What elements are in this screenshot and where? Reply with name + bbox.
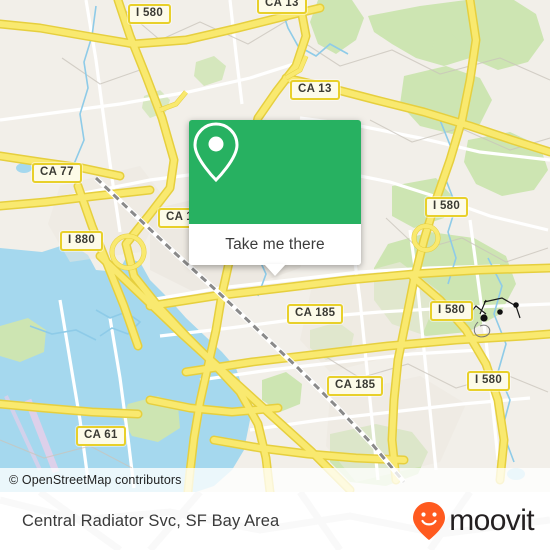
highway-shield[interactable]: CA 185 xyxy=(287,304,344,324)
moovit-smiley-pin-icon xyxy=(413,502,446,540)
map-screen: I 580 CA 13 CA 13 CA 77 CA 1 I 880 I 580… xyxy=(0,0,550,550)
highway-shield[interactable]: I 580 xyxy=(425,197,469,217)
map-attribution: © OpenStreetMap contributors xyxy=(0,468,550,492)
highway-shield[interactable]: I 580 xyxy=(467,371,511,391)
map-canvas[interactable]: I 580 CA 13 CA 13 CA 77 CA 1 I 880 I 580… xyxy=(0,0,550,492)
highway-shield[interactable]: I 580 xyxy=(430,301,474,321)
page-title: Central Radiator Svc, SF Bay Area xyxy=(22,511,280,530)
highway-shield[interactable]: CA 185 xyxy=(327,376,384,396)
highway-shield[interactable]: CA 13 xyxy=(257,0,307,14)
popup-pointer-tail xyxy=(264,264,286,276)
moovit-wordmark: moovit xyxy=(449,504,534,537)
moovit-logo[interactable]: moovit xyxy=(412,501,535,541)
highway-shield[interactable]: I 880 xyxy=(60,231,104,251)
highway-shield[interactable]: CA 77 xyxy=(32,163,82,183)
map-pin-icon xyxy=(193,122,239,183)
highway-shield[interactable]: CA 61 xyxy=(76,426,126,446)
highway-shield[interactable]: CA 13 xyxy=(290,80,340,100)
location-popup[interactable]: Take me there xyxy=(189,120,361,276)
take-me-there-button[interactable]: Take me there xyxy=(189,224,361,276)
attribution-text: © OpenStreetMap contributors xyxy=(9,473,182,487)
footer-bar: Central Radiator Svc, SF Bay Area moovit xyxy=(0,492,550,550)
popup-pin-area xyxy=(189,120,361,224)
take-me-there-label: Take me there xyxy=(225,235,325,253)
highway-shield[interactable]: I 580 xyxy=(128,4,172,24)
